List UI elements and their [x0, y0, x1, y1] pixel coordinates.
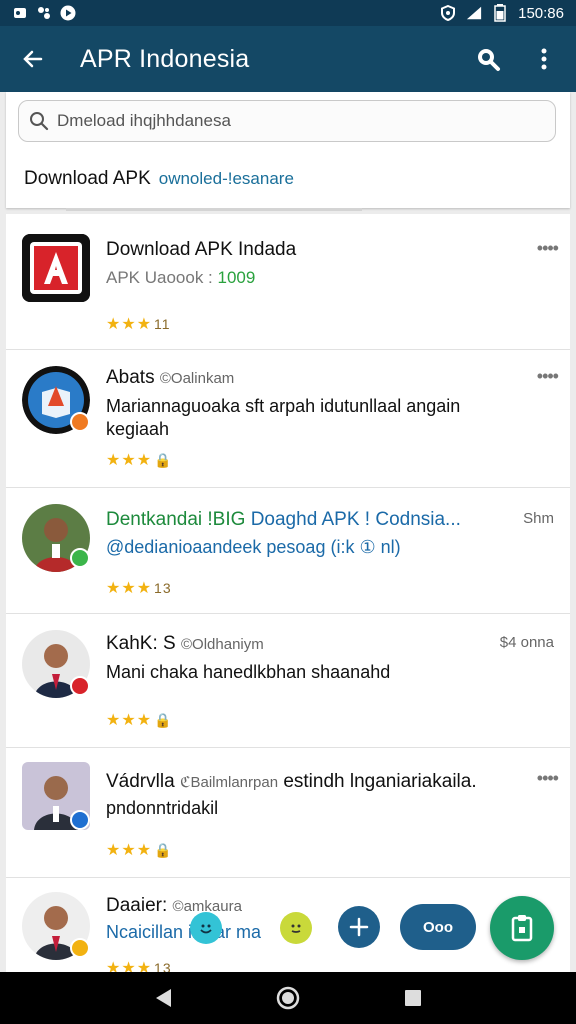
status-bar: 150:86 [0, 0, 576, 26]
rating-count: 11 [154, 316, 171, 332]
battery-icon [492, 4, 508, 22]
stars-icon: ★★★ [106, 452, 153, 469]
breadcrumb-link[interactable]: ownoled-!esanare [159, 169, 294, 189]
more-icon[interactable]: •••• [537, 768, 559, 789]
list-item[interactable]: Abats ©Oalinkam Mariannaguoaka sft arpah… [6, 350, 570, 488]
breadcrumb: Download APK ownoled-!esanare [24, 168, 294, 190]
lock-icon: 🔒 [154, 452, 173, 468]
rating-stars: ★★★ 11 [106, 314, 171, 334]
stars-icon: ★★★ [106, 842, 153, 859]
pill-button[interactable]: Ooo [400, 904, 476, 950]
nav-back-button[interactable] [143, 978, 183, 1018]
rating-stars: ★★★ 🔒 [106, 710, 172, 730]
pill-label: Ooo [423, 918, 453, 936]
item-subtitle-text: APK Uaoook : [106, 268, 213, 287]
status-badge [70, 412, 90, 432]
rating-stars: ★★★ 🔒 [106, 840, 172, 860]
search-panel: Download APK ownoled-!esanare [6, 92, 570, 211]
item-title: Vádrvlla ℭBailmlanrpan estindh lnganiari… [106, 770, 508, 795]
search-icon [30, 112, 49, 131]
status-time: 150:86 [518, 4, 564, 22]
more-vert-icon [541, 48, 547, 70]
item-title-text: Abats [106, 367, 155, 388]
item-meta: ©Oldhaniym [181, 636, 264, 653]
list-item[interactable]: Download APK Indada APK Uaoook : 1009 ★★… [6, 214, 570, 350]
status-badge [70, 676, 90, 696]
app-logo [22, 234, 90, 302]
item-title: Download APK Indada [106, 239, 297, 260]
emoji-icon[interactable] [190, 912, 222, 944]
stars-icon: ★★★ [106, 580, 153, 597]
item-title-text: Daaier: [106, 895, 168, 916]
app-bar: APR Indonesia [0, 26, 576, 92]
rating-stars: ★★★ 13 [106, 578, 172, 598]
app-list: Download APK Indada APK Uaoook : 1009 ★★… [6, 214, 570, 974]
shield-icon [440, 5, 456, 21]
stars-icon: ★★★ [106, 712, 153, 729]
lock-icon: 🔒 [154, 842, 173, 858]
search-button[interactable] [472, 43, 504, 75]
item-title-text: Vádrvlla [106, 771, 175, 792]
compose-fab[interactable] [490, 896, 554, 960]
plus-icon [349, 917, 369, 937]
item-title-green: Dentkandai !BIG [106, 509, 246, 530]
item-body-text: Ncaicillan [106, 922, 184, 942]
fab-area: Ooo [180, 890, 570, 966]
tab-indicator [66, 208, 362, 211]
status-badge [70, 548, 90, 568]
item-body: Mariannaguoaka sft arpah idutunllaal ang… [106, 396, 461, 439]
stars-icon: ★★★ [106, 316, 153, 333]
list-item[interactable]: KahK: S ©Oldhaniym Mani chaka hanedlkbha… [6, 614, 570, 748]
circle-home-icon [276, 986, 300, 1010]
triangle-back-icon [155, 989, 171, 1007]
item-title: Dentkandai !BIG Doaghd APK ! Codnsia... [106, 508, 502, 532]
status-badge [70, 938, 90, 958]
back-button[interactable] [16, 42, 50, 76]
item-title: Abats ©Oalinkam [106, 366, 498, 391]
item-count: 1009 [217, 268, 256, 287]
item-body: pndonntridakil [106, 798, 219, 818]
item-body: Mani chaka hanedlkbhan shaanahd [106, 662, 391, 682]
item-title-rest: estindh lnganiariakaila. [283, 771, 477, 792]
search-icon [478, 49, 500, 71]
arrow-left-icon [23, 50, 43, 68]
item-title-text: KahK: S [106, 633, 176, 654]
more-icon[interactable]: •••• [537, 366, 559, 387]
item-time: Shm [523, 510, 554, 527]
rating-count: 13 [154, 580, 172, 596]
navigation-bar [0, 972, 576, 1024]
page-title: APR Indonesia [80, 44, 250, 73]
nav-recents-button[interactable] [393, 978, 433, 1018]
item-meta: ℭBailmlanrpan [179, 774, 279, 791]
square-recents-icon [405, 990, 422, 1006]
nav-home-button[interactable] [268, 978, 308, 1018]
search-box[interactable] [18, 100, 556, 142]
item-body: @dedianioaandeek pesoag (i:k ① nl) [106, 537, 401, 557]
more-options-button[interactable] [528, 43, 560, 75]
lock-icon: 🔒 [154, 712, 173, 728]
list-item[interactable]: Dentkandai !BIG Doaghd APK ! Codnsia... … [6, 488, 570, 614]
list-item[interactable]: Vádrvlla ℭBailmlanrpan estindh lnganiari… [6, 748, 570, 878]
rating-stars: ★★★ 🔒 [106, 450, 172, 470]
breadcrumb-label: Download APK [24, 168, 151, 189]
notification-icon [36, 5, 52, 21]
item-title: KahK: S ©Oldhaniym [106, 632, 478, 657]
more-icon[interactable]: •••• [537, 238, 559, 259]
signal-icon [466, 5, 482, 21]
item-title-blue: Doaghd APK ! Codnsia... [250, 509, 461, 530]
search-input[interactable] [57, 111, 537, 131]
notification-icon [12, 5, 28, 21]
clipboard-icon [511, 915, 533, 942]
play-icon [60, 5, 76, 21]
item-time: $4 onna [499, 634, 554, 651]
emoji-icon[interactable] [280, 912, 312, 944]
status-badge [70, 810, 90, 830]
add-button[interactable] [338, 906, 380, 948]
item-subtitle: APK Uaoook : 1009 [106, 268, 498, 288]
item-meta: ©Oalinkam [159, 370, 235, 387]
